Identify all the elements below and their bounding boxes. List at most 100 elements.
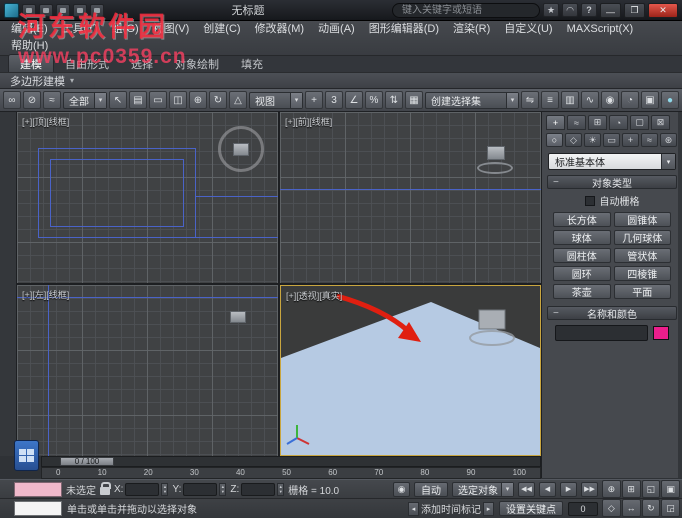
pyramid-button[interactable]: 四棱锥 bbox=[613, 266, 671, 281]
viewcube-box[interactable] bbox=[230, 311, 246, 323]
select-object-icon[interactable] bbox=[109, 91, 127, 109]
zoom-icon[interactable] bbox=[602, 480, 621, 498]
spacewarps-category-icon[interactable] bbox=[641, 133, 658, 147]
go-end-icon[interactable] bbox=[581, 481, 598, 497]
layer-manager-icon[interactable] bbox=[561, 91, 579, 109]
maximize-viewport-icon[interactable] bbox=[661, 499, 680, 517]
set-key-button[interactable]: 设置关键点 bbox=[499, 501, 563, 516]
named-selection-dropdown[interactable]: 创建选择集 bbox=[425, 91, 519, 109]
zoom-extents-icon[interactable] bbox=[641, 480, 661, 498]
save-file-icon[interactable] bbox=[56, 3, 70, 17]
zoom-extents-all-icon[interactable] bbox=[661, 480, 680, 498]
angle-snap-icon[interactable]: ∠ bbox=[345, 91, 363, 109]
current-frame-field[interactable]: 0 bbox=[568, 501, 598, 516]
bind-spacewarp-icon[interactable] bbox=[43, 91, 61, 109]
z-field[interactable] bbox=[241, 482, 276, 496]
cone-button[interactable]: 圆锥体 bbox=[613, 212, 671, 227]
menu-maxscript[interactable]: MAXScript(X) bbox=[560, 21, 641, 38]
x-spinner[interactable] bbox=[161, 482, 169, 496]
viewport-perspective-label[interactable]: [+][透视][真实] bbox=[286, 289, 342, 302]
panel-expand-icon[interactable]: ▾ bbox=[70, 76, 74, 85]
coord-system-dropdown[interactable]: 视图 bbox=[249, 91, 303, 109]
viewcube-box[interactable] bbox=[233, 143, 249, 156]
object-name-field[interactable] bbox=[555, 325, 648, 341]
menu-group[interactable]: 组(G) bbox=[105, 21, 146, 38]
maxscript-listener-field[interactable] bbox=[14, 501, 62, 516]
viewport-layout-button[interactable] bbox=[14, 440, 39, 471]
search-input[interactable] bbox=[392, 2, 540, 18]
viewport-front-label[interactable]: [+][前][线框] bbox=[285, 115, 332, 128]
community-icon[interactable] bbox=[562, 3, 578, 17]
viewport-top[interactable]: [+][顶][线框] bbox=[17, 112, 278, 283]
viewcube-box[interactable] bbox=[487, 146, 505, 160]
helpers-category-icon[interactable] bbox=[622, 133, 639, 147]
percent-snap-icon[interactable]: % bbox=[365, 91, 383, 109]
menu-modifiers[interactable]: 修改器(M) bbox=[248, 21, 312, 38]
y-field[interactable] bbox=[183, 482, 218, 496]
tube-button[interactable]: 管状体 bbox=[613, 248, 671, 263]
favorites-icon[interactable] bbox=[543, 3, 559, 17]
object-type-rollout-header[interactable]: 对象类型 bbox=[547, 175, 677, 190]
undo-icon[interactable] bbox=[73, 3, 87, 17]
render-setup-icon[interactable] bbox=[621, 91, 639, 109]
geosphere-button[interactable]: 几何球体 bbox=[613, 230, 671, 245]
hierarchy-tab[interactable] bbox=[588, 115, 607, 130]
viewport-front[interactable]: [+][前][线框] bbox=[280, 112, 541, 283]
plane-button[interactable]: 平面 bbox=[613, 284, 671, 299]
fov-icon[interactable] bbox=[602, 499, 621, 517]
lights-category-icon[interactable] bbox=[584, 133, 601, 147]
select-by-name-icon[interactable] bbox=[129, 91, 147, 109]
ribbon-tab-modeling[interactable]: 建模 bbox=[8, 54, 54, 72]
new-scene-icon[interactable] bbox=[22, 3, 36, 17]
close-button[interactable] bbox=[648, 2, 678, 18]
render-icon[interactable] bbox=[661, 91, 679, 109]
utilities-tab[interactable] bbox=[651, 115, 670, 130]
selected-filter-dropdown[interactable]: 选定对象 bbox=[452, 481, 514, 497]
display-tab[interactable] bbox=[630, 115, 649, 130]
unlink-icon[interactable] bbox=[23, 91, 41, 109]
select-link-icon[interactable] bbox=[3, 91, 21, 109]
region-select-icon[interactable] bbox=[149, 91, 167, 109]
minimize-button[interactable] bbox=[600, 2, 621, 18]
time-slider-track[interactable]: 0 / 100 bbox=[41, 456, 541, 467]
menu-help[interactable]: 帮助(H) bbox=[4, 38, 55, 55]
menu-edit[interactable]: 编辑(E) bbox=[4, 21, 55, 38]
menu-create[interactable]: 创建(C) bbox=[196, 21, 247, 38]
menu-customize[interactable]: 自定义(U) bbox=[497, 21, 559, 38]
select-manipulate-icon[interactable] bbox=[305, 91, 323, 109]
viewport-perspective[interactable]: [+][透视][真实] bbox=[280, 285, 541, 456]
menu-rendering[interactable]: 渲染(R) bbox=[446, 21, 497, 38]
ribbon-tab-object-paint[interactable]: 对象绘制 bbox=[164, 55, 230, 72]
orbit-icon[interactable] bbox=[641, 499, 661, 517]
time-tag-next-icon[interactable] bbox=[483, 501, 494, 516]
modify-tab[interactable] bbox=[567, 115, 586, 130]
panel-scrollbar[interactable] bbox=[678, 112, 682, 478]
mirror-icon[interactable] bbox=[521, 91, 539, 109]
select-rotate-icon[interactable] bbox=[209, 91, 227, 109]
ribbon-tab-freeform[interactable]: 自由形式 bbox=[54, 55, 120, 72]
sphere-button[interactable]: 球体 bbox=[553, 230, 611, 245]
redo-icon[interactable] bbox=[90, 3, 104, 17]
menu-tools[interactable]: 工具(T) bbox=[55, 21, 105, 38]
rendered-frame-icon[interactable] bbox=[641, 91, 659, 109]
autogrid-checkbox[interactable] bbox=[584, 195, 595, 206]
ribbon-tab-selection[interactable]: 选择 bbox=[120, 55, 164, 72]
auto-key-button[interactable]: 自动 bbox=[414, 481, 448, 497]
play-icon[interactable] bbox=[560, 481, 577, 497]
time-tag-label[interactable]: 添加时间标记 bbox=[421, 501, 481, 516]
name-color-rollout-header[interactable]: 名称和颜色 bbox=[547, 306, 677, 321]
time-tag-prev-icon[interactable] bbox=[408, 501, 419, 516]
motion-tab[interactable] bbox=[609, 115, 628, 130]
object-color-swatch[interactable] bbox=[653, 326, 669, 340]
ribbon-tab-populate[interactable]: 填充 bbox=[230, 55, 274, 72]
align-icon[interactable] bbox=[541, 91, 559, 109]
cameras-category-icon[interactable] bbox=[603, 133, 620, 147]
viewport-left[interactable]: [+][左][线框] bbox=[17, 285, 278, 456]
geometry-category-icon[interactable] bbox=[546, 133, 563, 147]
pan-icon[interactable] bbox=[621, 499, 641, 517]
time-slider-handle[interactable]: 0 / 100 bbox=[60, 457, 114, 466]
torus-button[interactable]: 圆环 bbox=[553, 266, 611, 281]
polygon-modeling-panel-label[interactable]: 多边形建模 bbox=[10, 73, 65, 89]
shapes-category-icon[interactable] bbox=[565, 133, 582, 147]
select-move-icon[interactable] bbox=[189, 91, 207, 109]
